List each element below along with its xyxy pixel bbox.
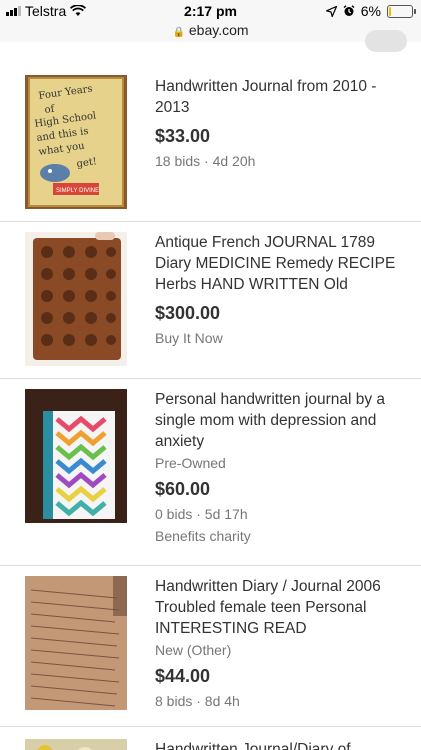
status-bar: Telstra 2:17 pm 6% — [0, 0, 421, 22]
listing-thumbnail[interactable] — [25, 389, 127, 523]
listing-item[interactable]: Antique French JOURNAL 1789 Diary MEDICI… — [0, 222, 421, 379]
listing-condition: New (Other) — [155, 642, 232, 658]
listing-title[interactable]: Handwritten Journal from 2010 - 2013 — [155, 76, 403, 118]
listing-meta: 0 bids · 5d 17h — [155, 506, 248, 522]
listing-item[interactable]: Personal handwritten journal by a single… — [0, 379, 421, 566]
listing-meta: Buy It Now — [155, 330, 223, 346]
listing-title[interactable]: Personal handwritten journal by a single… — [155, 389, 403, 452]
listing-thumbnail[interactable] — [25, 232, 127, 366]
lock-icon: 🔒 — [172, 27, 185, 38]
svg-text:SIMPLY DIVINE: SIMPLY DIVINE — [56, 188, 99, 194]
listing-item[interactable]: Four Years of High School and this is wh… — [0, 64, 421, 222]
battery-icon — [387, 4, 416, 18]
listing-title[interactable]: Antique French JOURNAL 1789 Diary MEDICI… — [155, 232, 403, 295]
url-text: ebay.com — [188, 22, 249, 38]
listing-title[interactable]: Handwritten Journal/Diary of — [155, 739, 403, 750]
listing-thumbnail[interactable]: Four Years of High School and this is wh… — [25, 75, 127, 209]
listing-price: $44.00 — [155, 666, 211, 686]
listing-meta: 18 bids · 4d 20h — [155, 153, 256, 169]
listing-item[interactable]: Handwritten Journal/Diary of — [0, 727, 421, 750]
listing-price: $33.00 — [155, 126, 211, 146]
listing-condition: Pre-Owned — [155, 455, 226, 471]
filter-toggle[interactable] — [365, 30, 407, 52]
battery-percent: 6% — [360, 3, 381, 19]
listing-price: $60.00 — [155, 479, 211, 499]
alarm-icon — [343, 5, 355, 16]
listing-title[interactable]: Handwritten Diary / Journal 2006 Trouble… — [155, 576, 403, 639]
filter-bar — [0, 30, 421, 65]
listing-price: $300.00 — [155, 303, 221, 323]
location-arrow-icon — [325, 5, 337, 17]
address-bar[interactable]: 🔒 ebay.com — [0, 22, 421, 42]
listing-item[interactable]: Handwritten Diary / Journal 2006 Trouble… — [0, 566, 421, 727]
listing-thumbnail[interactable] — [25, 739, 127, 750]
listing-benefits-charity: Benefits charity — [155, 528, 251, 544]
listing-meta: 8 bids · 8d 4h — [155, 693, 240, 709]
listing-thumbnail[interactable] — [25, 576, 127, 710]
